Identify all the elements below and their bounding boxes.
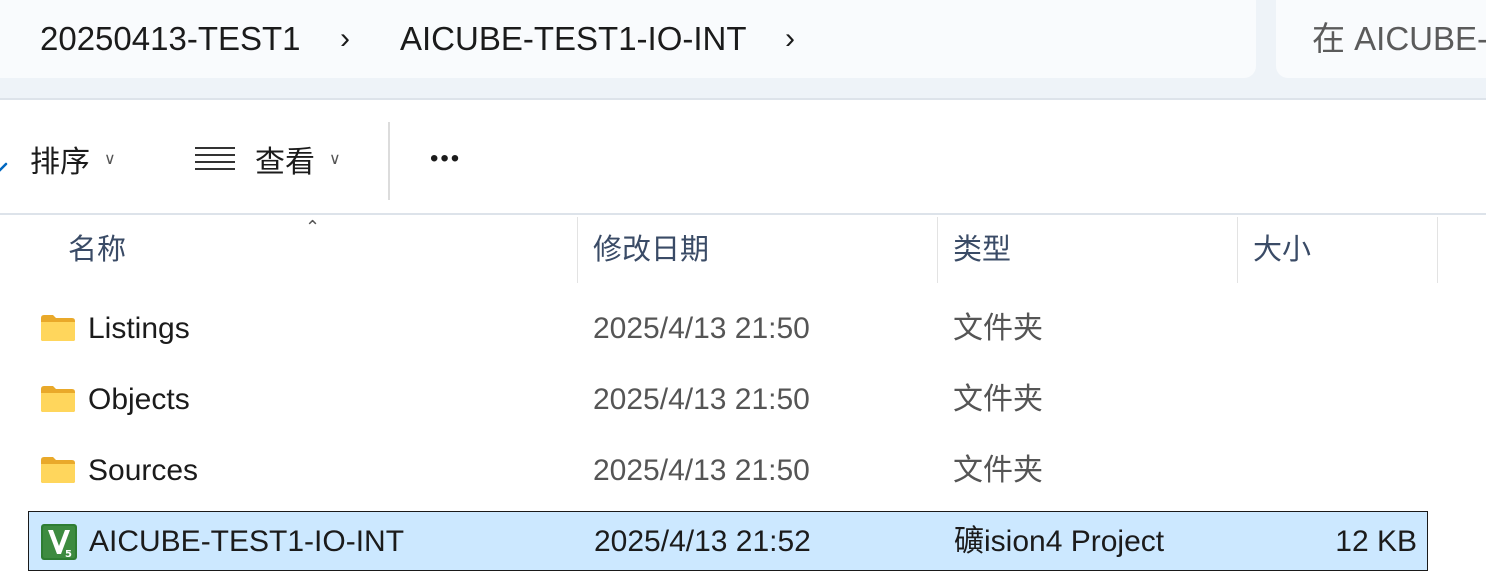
- file-date: 2025/4/13 21:50: [593, 454, 810, 487]
- file-type: 文件夹: [953, 383, 1043, 416]
- svg-text:5: 5: [65, 549, 72, 560]
- column-header-name[interactable]: 名称: [68, 217, 126, 283]
- search-input[interactable]: 在 AICUBE-: [1276, 0, 1486, 78]
- column-header-type[interactable]: 类型: [953, 217, 1011, 283]
- file-date: 2025/4/13 21:50: [593, 312, 810, 345]
- file-row[interactable]: Objects 2025/4/13 21:50 文件夹: [28, 370, 1428, 430]
- view-label: 查看: [255, 145, 315, 179]
- column-header-date[interactable]: 修改日期: [593, 217, 709, 283]
- column-divider[interactable]: [1437, 217, 1438, 283]
- address-bar[interactable]: 20250413-TEST1 › AICUBE-TEST1-IO-INT ›: [0, 0, 1256, 78]
- chevron-down-icon: ∨: [104, 150, 116, 168]
- toolbar-divider: [388, 122, 390, 200]
- breadcrumb-item-current[interactable]: AICUBE-TEST1-IO-INT: [400, 0, 747, 78]
- file-name: Sources: [88, 454, 199, 487]
- sort-arrow-icon: [0, 162, 8, 172]
- folder-icon: [41, 386, 75, 412]
- file-size: 12 KB: [1335, 525, 1417, 558]
- file-type: 文件夹: [953, 312, 1043, 345]
- chevron-down-icon: ∨: [329, 150, 341, 168]
- file-name: AICUBE-TEST1-IO-INT: [89, 525, 405, 558]
- view-button[interactable]: 查看 ∨: [195, 100, 341, 217]
- file-name: Listings: [88, 312, 190, 345]
- more-options-button[interactable]: •••: [430, 100, 461, 217]
- file-name: Objects: [88, 383, 190, 416]
- view-list-icon: [195, 146, 235, 170]
- uvision-project-icon: 5: [41, 524, 77, 560]
- sort-button[interactable]: 排序 ∨: [0, 100, 116, 217]
- chevron-right-icon[interactable]: ›: [785, 0, 795, 78]
- file-row[interactable]: Sources 2025/4/13 21:50 文件夹: [28, 441, 1428, 501]
- file-type: 文件夹: [953, 454, 1043, 487]
- column-divider[interactable]: [937, 217, 938, 283]
- folder-icon: [41, 315, 75, 341]
- more-icon: •••: [430, 144, 462, 172]
- column-divider[interactable]: [577, 217, 578, 283]
- sort-ascending-icon: ⌃: [305, 217, 321, 237]
- file-row[interactable]: Listings 2025/4/13 21:50 文件夹: [28, 299, 1428, 359]
- chevron-right-icon[interactable]: ›: [340, 0, 350, 78]
- breadcrumb-item-root[interactable]: 20250413-TEST1: [40, 0, 301, 78]
- command-bar: 排序 ∨ 查看 ∨ •••: [0, 98, 1486, 215]
- file-date: 2025/4/13 21:52: [594, 525, 811, 558]
- file-row-selected[interactable]: 5 AICUBE-TEST1-IO-INT 2025/4/13 21:52 礦i…: [28, 511, 1428, 571]
- sort-label: 排序: [30, 145, 90, 179]
- file-date: 2025/4/13 21:50: [593, 383, 810, 416]
- column-header-size[interactable]: 大小: [1253, 217, 1311, 283]
- title-bar-area: 20250413-TEST1 › AICUBE-TEST1-IO-INT › 在…: [0, 0, 1486, 98]
- folder-icon: [41, 457, 75, 483]
- column-divider[interactable]: [1237, 217, 1238, 283]
- column-header-row: ⌃ 名称 修改日期 类型 大小: [0, 217, 1486, 283]
- file-type: 礦ision4 Project: [954, 525, 1165, 558]
